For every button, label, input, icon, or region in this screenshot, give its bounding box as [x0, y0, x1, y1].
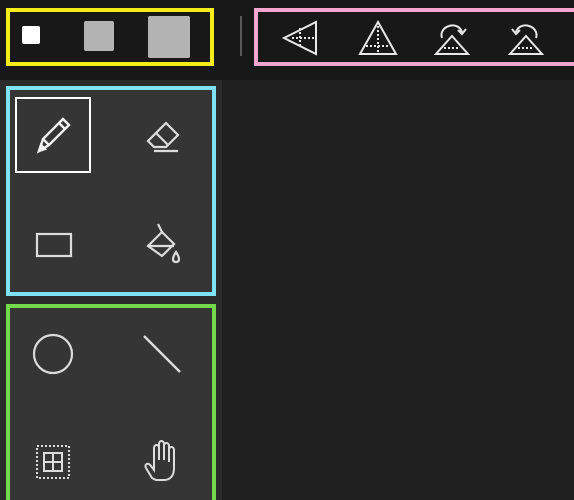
line-icon [143, 335, 181, 373]
flip-horizontal-icon[interactable] [278, 18, 322, 58]
hand-tool[interactable] [124, 424, 200, 500]
brush-size-large[interactable] [148, 16, 190, 58]
circle-icon [32, 333, 74, 375]
toolbar-divider [240, 16, 242, 56]
brush-size-small[interactable] [22, 26, 40, 44]
rectangle-icon [35, 232, 73, 258]
eraser-tool[interactable] [124, 97, 200, 173]
selection-tool[interactable] [15, 424, 91, 500]
rotate-left-icon[interactable] [504, 18, 548, 58]
line-tool[interactable] [124, 316, 200, 392]
pencil-tool[interactable] [15, 97, 91, 173]
rotate-right-icon[interactable] [430, 18, 474, 58]
pencil-icon [36, 117, 71, 154]
drawing-canvas[interactable] [222, 80, 574, 500]
paint-bucket-icon [146, 223, 181, 264]
grid-select-icon [36, 445, 70, 479]
circle-tool[interactable] [15, 316, 91, 392]
fill-tool[interactable] [124, 206, 200, 282]
flip-vertical-icon[interactable] [356, 18, 400, 58]
rectangle-tool[interactable] [15, 206, 91, 282]
eraser-icon [146, 121, 180, 153]
hand-icon [144, 440, 175, 481]
brush-size-medium[interactable] [84, 21, 114, 51]
